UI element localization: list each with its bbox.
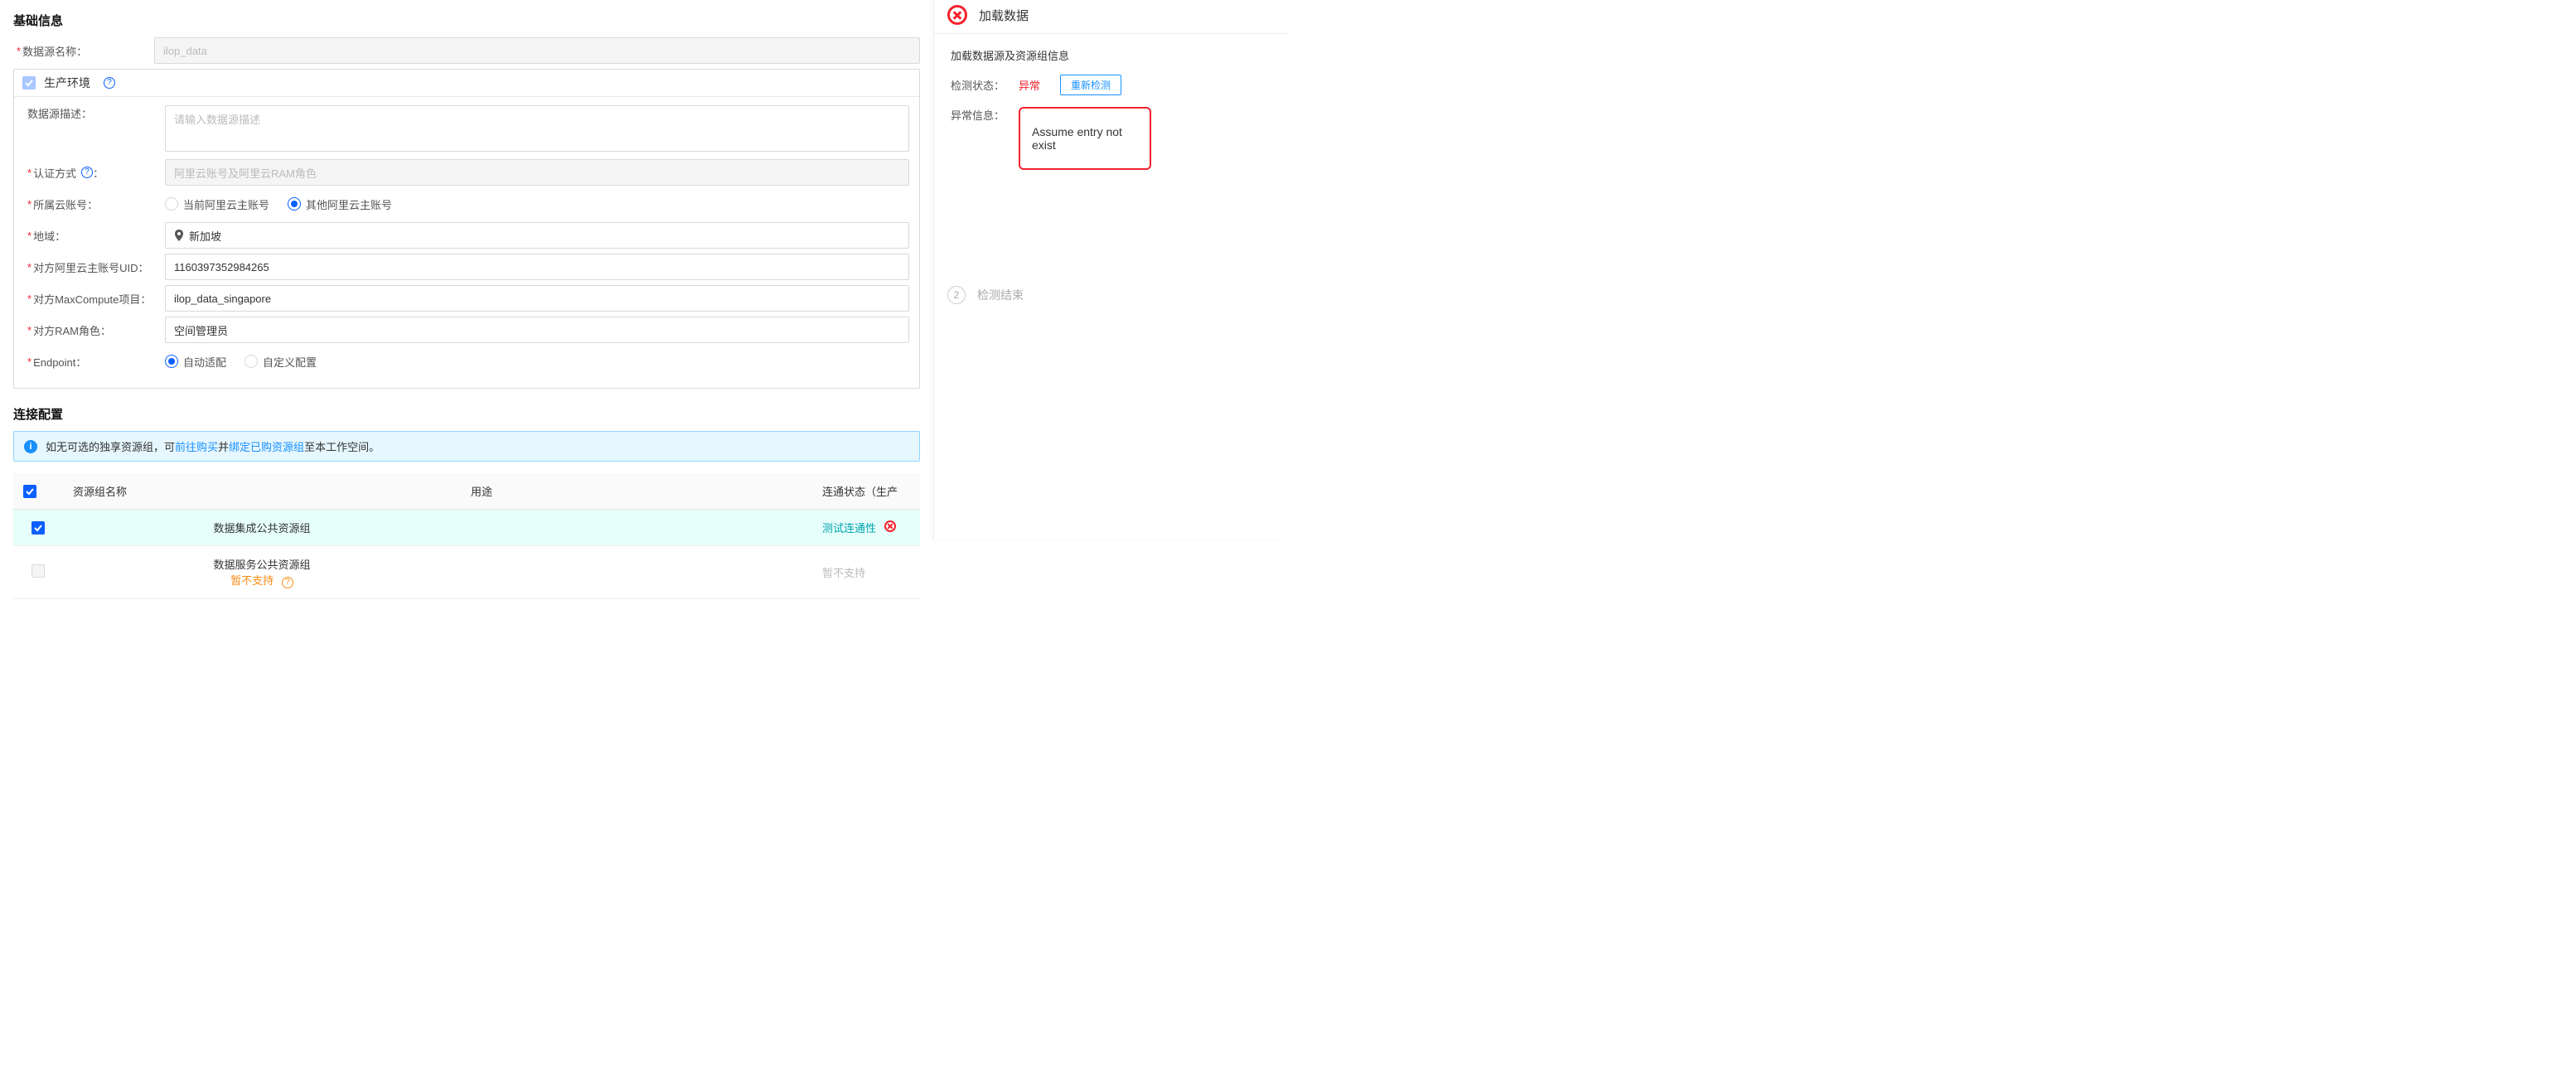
endpoint-label: *Endpoint：	[24, 354, 165, 370]
error-status-icon	[947, 5, 967, 25]
desc-textarea[interactable]	[165, 105, 909, 152]
bind-link[interactable]: 绑定已购资源组	[229, 441, 304, 453]
ram-role-value: 空间管理员	[174, 322, 228, 338]
col-use: 用途	[461, 473, 812, 510]
row-checkbox[interactable]	[31, 521, 45, 535]
location-icon	[174, 230, 184, 241]
peer-uid-label: *对方阿里云主账号UID：	[24, 259, 165, 275]
buy-link[interactable]: 前往购买	[175, 441, 218, 453]
env-header-label: 生产环境	[44, 75, 90, 91]
resource-group-table: 资源组名称 用途 连通状态（生产 数据集成公共资源组 测试连通性	[13, 473, 920, 599]
panel-title: 加载数据	[979, 7, 1029, 24]
region-value: 新加坡	[189, 228, 221, 244]
rg-name: 数据集成公共资源组	[63, 510, 461, 546]
select-all-checkbox[interactable]	[23, 485, 36, 498]
alert-text: 如无可选的独享资源组，可	[46, 441, 175, 453]
step-number: 2	[947, 286, 966, 304]
help-icon[interactable]: ?	[282, 577, 293, 588]
panel-subtitle: 加载数据源及资源组信息	[951, 47, 1271, 63]
mc-proj-label: *对方MaxCompute项目：	[24, 291, 165, 307]
endpoint-radio-auto[interactable]: 自动适配	[165, 354, 226, 370]
ds-name-label: *数据源名称：	[13, 43, 154, 59]
col-status: 连通状态（生产	[812, 473, 920, 510]
info-alert: i 如无可选的独享资源组，可前往购买并绑定已购资源组至本工作空间。	[13, 431, 920, 462]
basic-info-title: 基础信息	[13, 12, 920, 29]
mc-proj-input[interactable]	[165, 285, 909, 312]
detection-panel: 加载数据 加载数据源及资源组信息 检测状态： 异常 重新检测 异常信息： Ass…	[933, 0, 1288, 540]
auth-label: *认证方式?：	[24, 165, 165, 181]
info-icon: i	[24, 440, 37, 453]
status-text: 暂不支持	[822, 567, 865, 579]
err-message: Assume entry not exist	[1019, 107, 1151, 170]
col-name: 资源组名称	[63, 473, 461, 510]
ram-role-label: *对方RAM角色：	[24, 322, 165, 338]
status-value: 异常	[1019, 77, 1040, 93]
table-row: 数据集成公共资源组 测试连通性	[13, 510, 920, 546]
auth-input[interactable]	[165, 159, 909, 186]
endpoint-radio-custom[interactable]: 自定义配置	[245, 354, 317, 370]
cloud-acct-radio-other[interactable]: 其他阿里云主账号	[288, 196, 392, 212]
desc-label: 数据源描述：	[24, 105, 165, 121]
ds-name-input[interactable]	[154, 37, 920, 64]
step-label: 检测结束	[977, 287, 1024, 303]
help-icon[interactable]: ?	[81, 167, 93, 178]
error-icon	[884, 520, 896, 532]
err-label: 异常信息：	[951, 107, 1010, 123]
region-label: *地域：	[24, 228, 165, 244]
alert-text: 并	[218, 441, 229, 453]
recheck-button[interactable]: 重新检测	[1060, 75, 1121, 95]
row-checkbox	[31, 564, 45, 578]
conn-title: 连接配置	[13, 405, 920, 423]
status-label: 检测状态：	[951, 77, 1010, 93]
peer-uid-input[interactable]	[165, 254, 909, 280]
rg-name: 数据服务公共资源组	[73, 556, 451, 572]
ram-role-select[interactable]: 空间管理员	[165, 317, 909, 343]
env-box: 生产环境 ? 数据源描述： *认证方式?： *所属云账号：	[13, 69, 920, 389]
alert-text: 至本工作空间。	[304, 441, 380, 453]
cloud-acct-label: *所属云账号：	[24, 196, 165, 212]
region-select[interactable]: 新加坡	[165, 222, 909, 249]
test-conn-link[interactable]: 测试连通性	[822, 522, 876, 535]
step-2: 2 检测结束	[934, 278, 1288, 312]
unsupported-text: 暂不支持	[230, 574, 274, 587]
cloud-acct-radio-current[interactable]: 当前阿里云主账号	[165, 196, 269, 212]
table-row: 数据服务公共资源组 暂不支持 ? 暂不支持	[13, 546, 920, 599]
help-icon[interactable]: ?	[104, 77, 115, 89]
env-checkbox[interactable]	[22, 76, 36, 90]
